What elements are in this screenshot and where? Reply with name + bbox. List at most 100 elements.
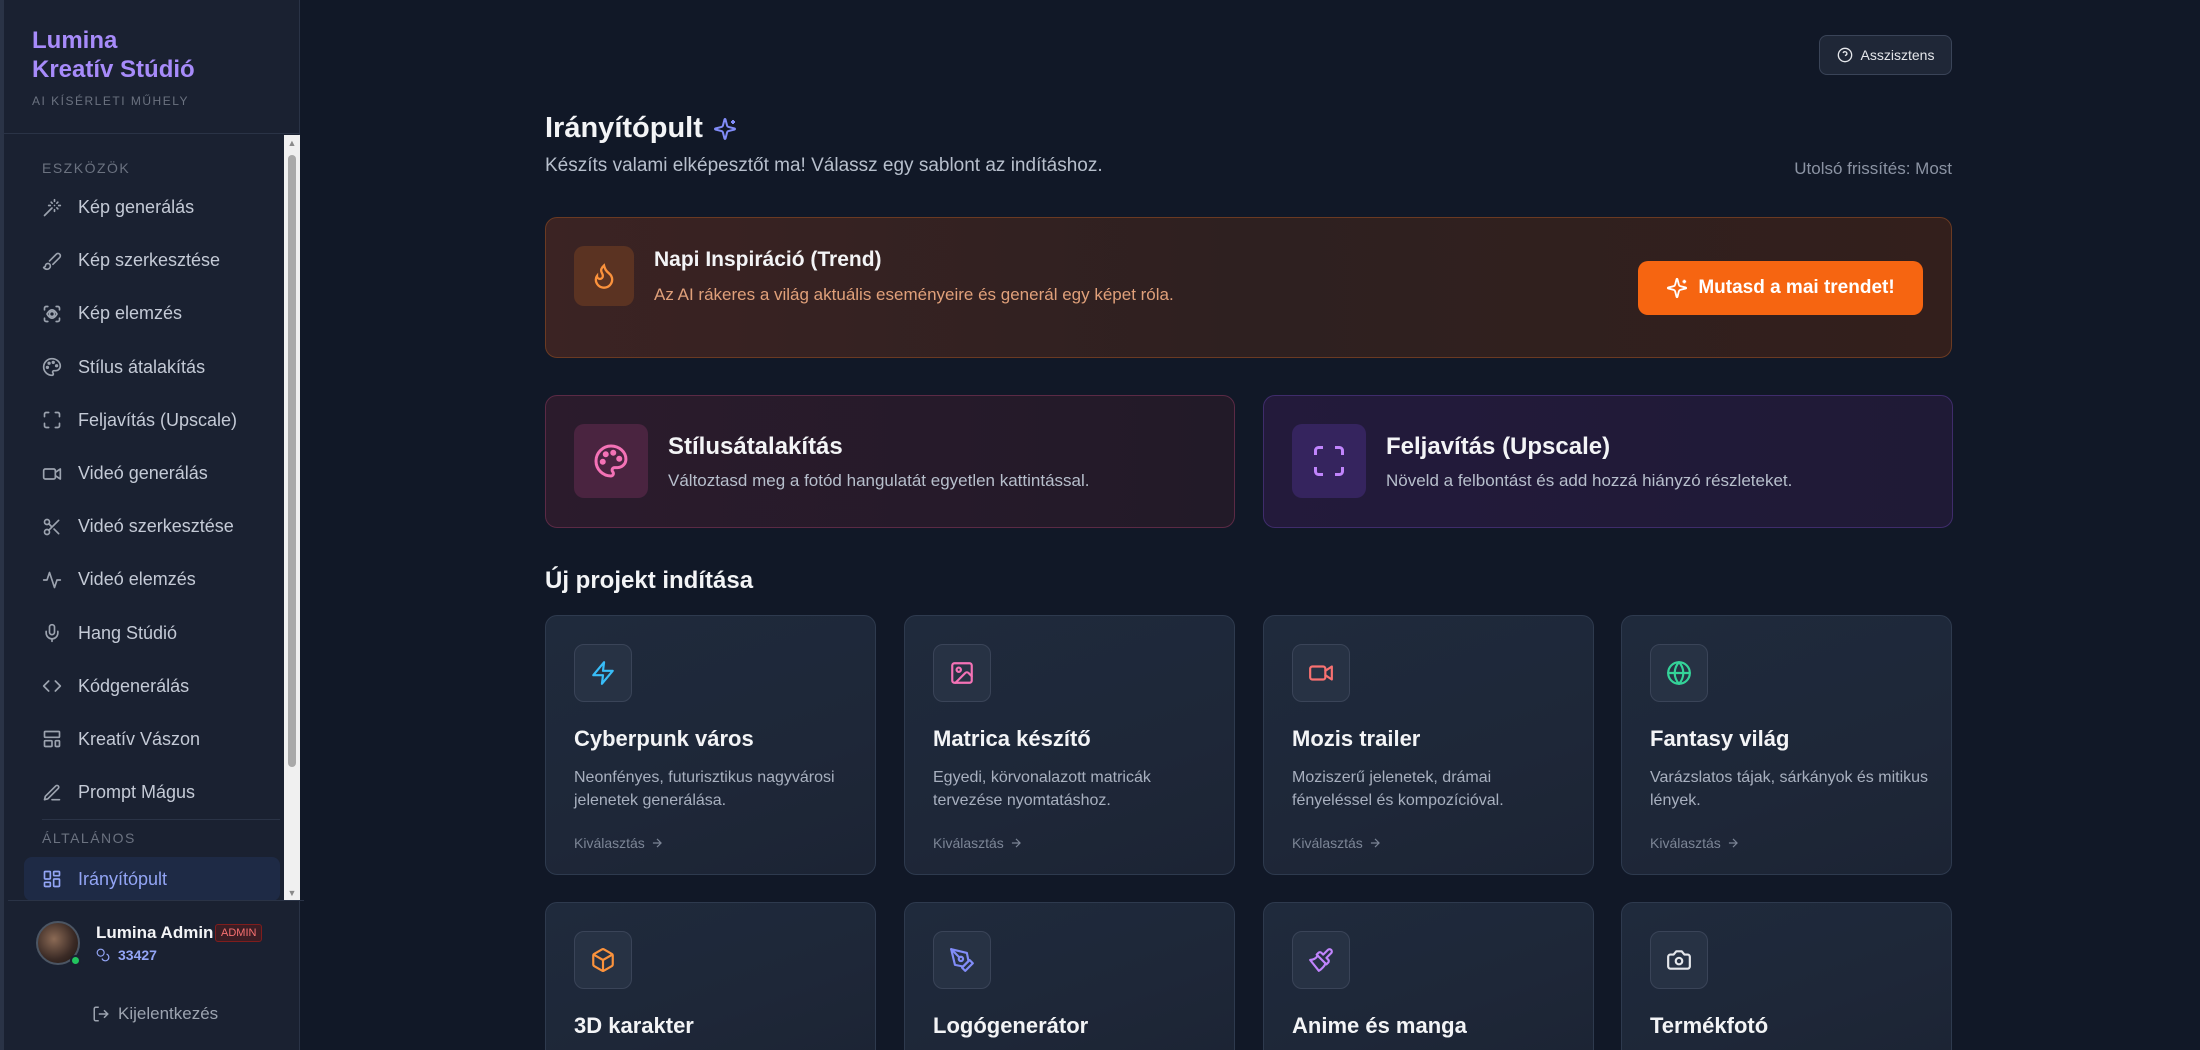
sidebar-item-video-analysis[interactable]: Videó elemzés [4, 553, 300, 606]
sidebar-scrollbar[interactable]: ▲ ▼ [284, 135, 300, 901]
section-label-tools: ESZKÖZÖK [42, 160, 131, 176]
image-icon [951, 662, 973, 684]
assistant-button[interactable]: Asszisztens [1819, 35, 1952, 75]
sidebar-item-video-generation[interactable]: Videó generálás [4, 447, 300, 500]
page-title-text: Irányítópult [545, 112, 703, 144]
last-update: Utolsó frissítés: Most [1794, 159, 1952, 178]
pen-tool-icon [950, 948, 974, 972]
logout-label: Kijelentkezés [118, 1004, 219, 1023]
card-icon-box [933, 644, 991, 702]
select-link[interactable]: Kiválasztás [574, 835, 664, 851]
sidebar-item-creative-canvas[interactable]: Kreatív Vászon [4, 713, 300, 766]
select-link[interactable]: Kiválasztás [1650, 835, 1740, 851]
palette-icon [42, 357, 62, 377]
maximize-icon [43, 412, 61, 429]
trend-description: Az AI rákeres a világ aktuális eseményei… [654, 285, 1174, 304]
arrow-right-icon [1011, 838, 1021, 848]
user-panel: Lumina Admin ADMIN 33427 Kijelentkezés [8, 900, 304, 1050]
page-subtitle: Készíts valami elképesztőt ma! Válassz e… [545, 155, 1103, 176]
show-trend-button[interactable]: Mutasd a mai trendet! [1638, 261, 1923, 315]
brand-subtitle: AI KÍSÉRLETI MŰHELY [32, 94, 189, 108]
select-label: Kiválasztás [1650, 835, 1721, 851]
template-card-anime[interactable]: Anime és manga [1263, 902, 1594, 1050]
flame-icon [594, 263, 614, 289]
logout-button[interactable]: Kijelentkezés [92, 1004, 218, 1024]
select-link[interactable]: Kiválasztás [1292, 835, 1382, 851]
globe-icon [1667, 661, 1691, 685]
paintbrush-icon [1309, 948, 1333, 972]
template-card-fantasy[interactable]: Fantasy világ Varázslatos tájak, sárkány… [1621, 615, 1952, 875]
template-card-cyberpunk[interactable]: Cyberpunk város Neonfényes, futurisztiku… [545, 615, 876, 875]
video-icon [1309, 665, 1333, 681]
brand-title-line1: Lumina [32, 27, 118, 54]
card-title: Cyberpunk város [574, 726, 754, 751]
page-title: Irányítópult [545, 112, 737, 145]
scrollbar-thumb[interactable] [288, 155, 296, 767]
sidebar-item-label: Feljavítás (Upscale) [78, 409, 238, 430]
scroll-up-icon[interactable]: ▲ [284, 135, 300, 151]
sidebar-item-image-analysis[interactable]: Kép elemzés [4, 287, 300, 340]
card-title: Termékfotó [1650, 1013, 1769, 1038]
palette-icon [594, 444, 628, 478]
card-title: Mozis trailer [1292, 726, 1421, 751]
coins-icon [96, 948, 110, 962]
activity-icon [42, 571, 62, 589]
sidebar-item-audio-studio[interactable]: Hang Stúdió [4, 607, 300, 660]
card-title: 3D karakter [574, 1013, 694, 1038]
select-link[interactable]: Kiválasztás [933, 835, 1023, 851]
sidebar-item-video-editing[interactable]: Videó szerkesztése [4, 500, 300, 553]
card-title: Logógenerátor [933, 1013, 1089, 1038]
feature-icon-box [574, 424, 648, 498]
card-icon-box [1292, 931, 1350, 989]
feature-title: Stílusátalakítás [668, 433, 843, 460]
daily-trend-banner: Napi Inspiráció (Trend) Az AI rákeres a … [545, 217, 1952, 358]
feature-icon-box [1292, 424, 1366, 498]
card-icon-box [933, 931, 991, 989]
microphone-icon [45, 623, 59, 643]
template-card-logo-generator[interactable]: Logógenerátor [904, 902, 1235, 1050]
sidebar-item-label: Hang Stúdió [78, 622, 178, 643]
sidebar-item-upscale[interactable]: Feljavítás (Upscale) [4, 394, 300, 447]
card-description: Varázslatos tájak, sárkányok és mitikus … [1650, 769, 1929, 809]
sidebar-item-label: Kép szerkesztése [78, 250, 221, 271]
template-card-movie-trailer[interactable]: Mozis trailer Moziszerű jelenetek, dráma… [1263, 615, 1594, 875]
sparkles-icon [1667, 277, 1688, 299]
new-project-heading: Új projekt indítása [545, 567, 754, 594]
template-card-sticker[interactable]: Matrica készítő Egyedi, körvonalazott ma… [904, 615, 1235, 875]
card-description: Neonfényes, futurisztikus nagyvárosi jel… [574, 769, 835, 809]
card-icon-box [574, 931, 632, 989]
sidebar-item-style-transfer[interactable]: Stílus átalakítás [4, 341, 300, 394]
sidebar-item-code-generation[interactable]: Kódgenerálás [4, 660, 300, 713]
brand-title-line2: Kreatív Stúdió [32, 56, 195, 83]
card-icon-box [1650, 644, 1708, 702]
card-title: Fantasy világ [1650, 726, 1790, 751]
video-icon [42, 467, 62, 480]
template-card-product-photo[interactable]: Termékfotó [1621, 902, 1952, 1050]
arrow-right-icon [652, 838, 662, 848]
sidebar-item-image-generation[interactable]: Kép generálás [4, 181, 300, 234]
select-label: Kiválasztás [933, 835, 1004, 851]
credits: 33427 [96, 947, 157, 963]
scissors-icon [43, 518, 60, 536]
sidebar-item-prompt-wizard[interactable]: Prompt Mágus [4, 766, 300, 819]
card-title: Matrica készítő [933, 726, 1091, 751]
feature-card-upscale[interactable]: Feljavítás (Upscale) Növeld a felbontást… [1263, 395, 1953, 528]
sidebar-item-label: Irányítópult [78, 868, 168, 889]
arrow-right-icon [1370, 838, 1380, 848]
feature-title: Feljavítás (Upscale) [1386, 433, 1611, 460]
sidebar-item-label: Kép elemzés [78, 303, 183, 324]
logout-icon [93, 1006, 109, 1022]
template-card-3d-character[interactable]: 3D karakter [545, 902, 876, 1050]
scroll-down-icon[interactable]: ▼ [284, 885, 300, 901]
assistant-label: Asszisztens [1860, 47, 1935, 63]
user-name: Lumina Admin [96, 923, 214, 942]
sidebar-item-label: Kreatív Vászon [78, 728, 201, 749]
feature-card-style-transfer[interactable]: Stílusátalakítás Változtasd meg a fotód … [545, 395, 1235, 528]
sidebar-item-image-editing[interactable]: Kép szerkesztése [4, 234, 300, 287]
sparkles-icon [713, 117, 736, 140]
box-icon [592, 948, 614, 972]
sidebar-item-dashboard[interactable]: Irányítópult [24, 857, 280, 901]
camera-icon [1667, 950, 1691, 970]
sidebar-nav: ESZKÖZÖK Kép generálás Kép szerkesztése … [4, 135, 300, 901]
sidebar-item-label: Stílus átalakítás [78, 356, 206, 377]
